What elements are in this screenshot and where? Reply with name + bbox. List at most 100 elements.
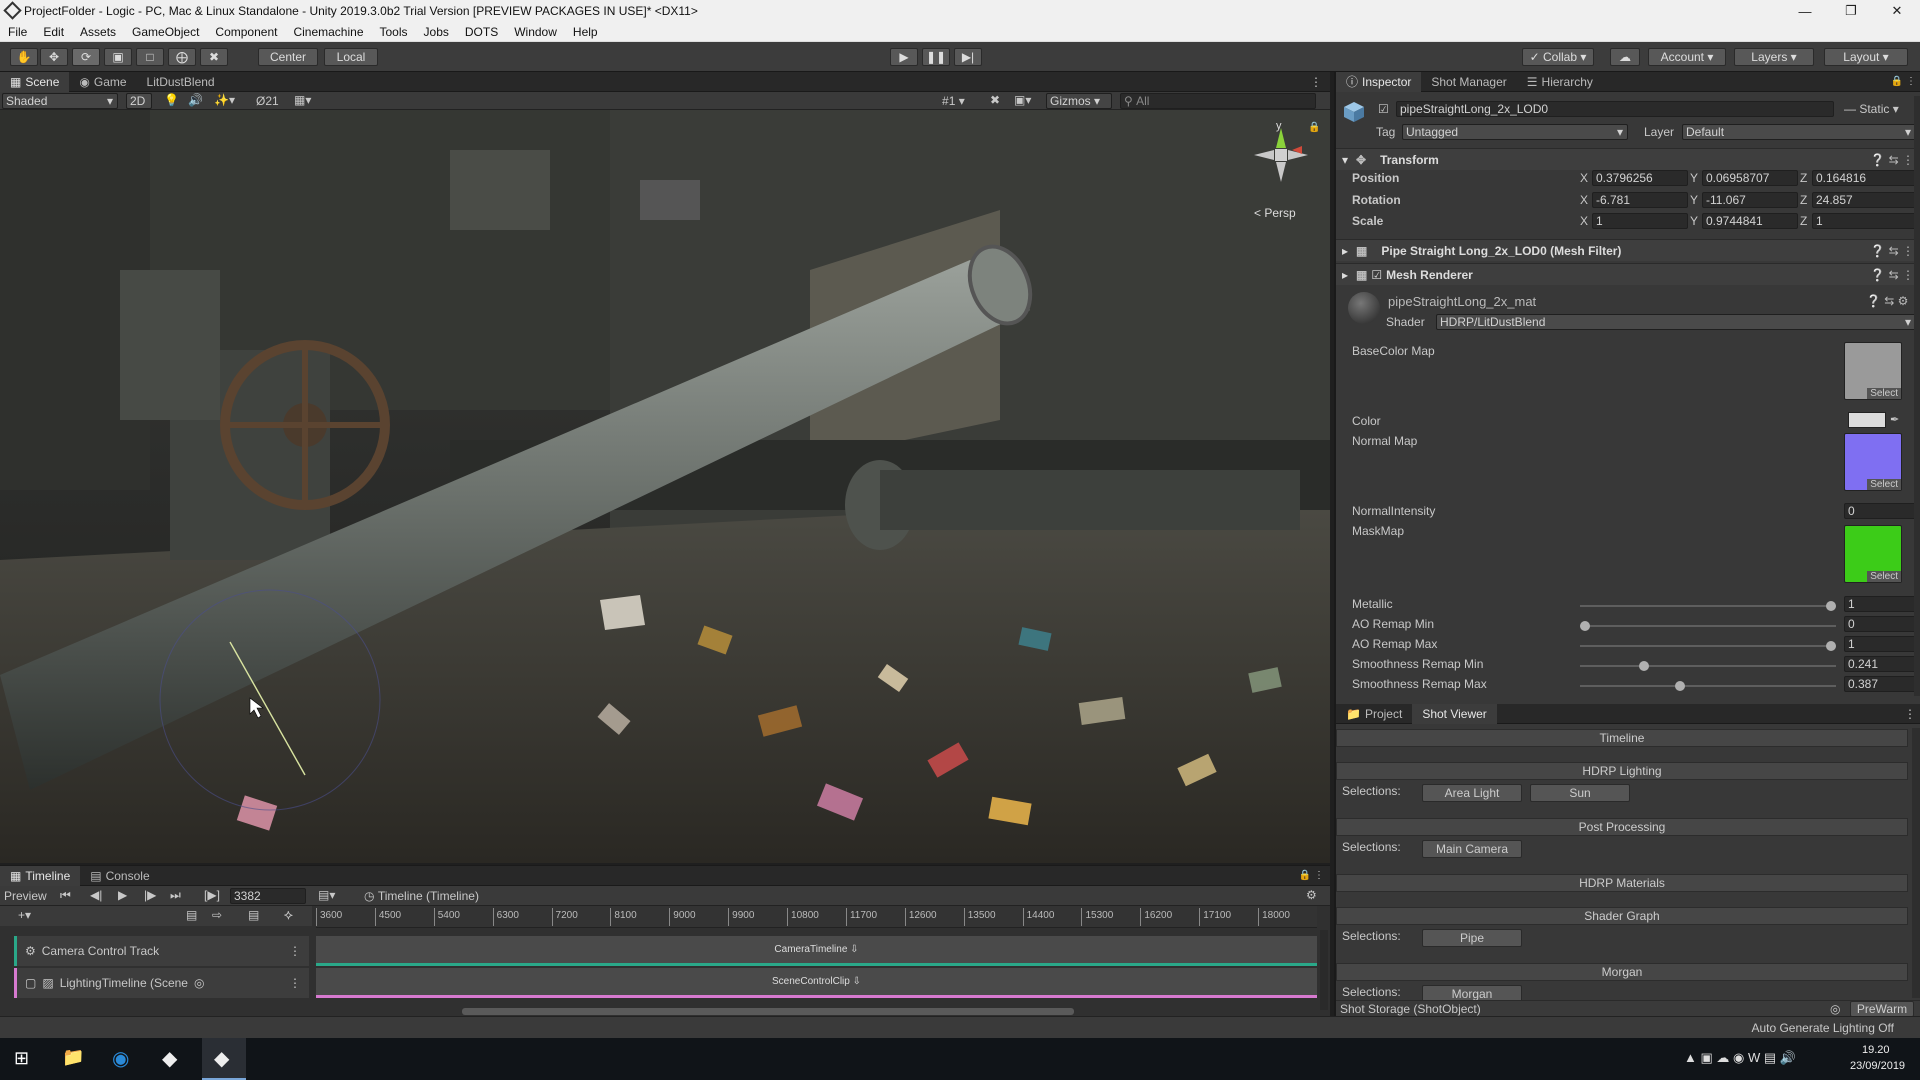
pivot-local-toggle[interactable]: Local xyxy=(324,48,378,66)
menu-cinemachine[interactable]: Cinemachine xyxy=(285,25,371,39)
mode-2d-toggle[interactable]: 2D xyxy=(126,93,152,109)
cloud-icon[interactable]: ☁ xyxy=(1610,48,1640,66)
playrange-icon[interactable]: [▶] xyxy=(204,888,220,902)
camera-settings-icon[interactable]: ▣▾ xyxy=(1014,93,1031,107)
menu-window[interactable]: Window xyxy=(506,25,565,39)
scene-tab-menu-icon[interactable]: ⋮ xyxy=(1310,75,1330,89)
track-menu-icon[interactable]: ⋮ xyxy=(289,944,309,958)
pipe-button[interactable]: Pipe xyxy=(1422,929,1522,947)
component-menu-icons[interactable]: ❔ ⇆ ⋮ xyxy=(1870,268,1920,282)
material-menu-icons[interactable]: ❔ ⇆ ⚙ xyxy=(1866,294,1908,308)
tab-console[interactable]: ▤ Console xyxy=(80,866,159,886)
timeline-vertical-scrollbar[interactable] xyxy=(1320,930,1328,1010)
layers-dropdown[interactable]: Layers ▾ xyxy=(1734,48,1814,66)
smoothness-remap-max-field[interactable]: 0.387 xyxy=(1844,676,1916,692)
frame-field[interactable]: 3382 xyxy=(230,888,306,904)
smoothness-remap-max-slider[interactable] xyxy=(1580,681,1836,691)
play-button[interactable]: ▶ xyxy=(890,48,918,66)
move-tool-icon[interactable]: ✥ xyxy=(40,48,68,66)
mask-map-slot[interactable]: Select xyxy=(1844,525,1902,583)
layout-dropdown[interactable]: Layout ▾ xyxy=(1824,48,1908,66)
menu-jobs[interactable]: Jobs xyxy=(416,25,457,39)
ao-remap-max-slider-knob[interactable] xyxy=(1826,641,1836,651)
section-hdrp-lighting[interactable]: HDRP Lighting xyxy=(1336,762,1908,780)
section-morgan[interactable]: Morgan xyxy=(1336,963,1908,981)
metallic-slider[interactable] xyxy=(1580,601,1836,611)
taskbar-time[interactable]: 19.20 xyxy=(1862,1044,1890,1056)
metallic-slider-knob[interactable] xyxy=(1826,601,1836,611)
scene-viewport[interactable]: y < Persp 🔒 xyxy=(0,110,1330,863)
section-hdrp-materials[interactable]: HDRP Materials xyxy=(1336,874,1908,892)
tools-icon[interactable]: ✖ xyxy=(990,93,1000,107)
collab-dropdown[interactable]: ✓ Collab ▾ xyxy=(1522,48,1594,66)
tab-shot-manager[interactable]: Shot Manager xyxy=(1421,72,1516,92)
replace-icon[interactable]: ▤ xyxy=(248,908,259,922)
menu-edit[interactable]: Edit xyxy=(35,25,72,39)
mesh-filter-header[interactable]: ▸ ▦ Pipe Straight Long_2x_LOD0 (Mesh Fil… xyxy=(1336,239,1920,261)
menu-gameobject[interactable]: GameObject xyxy=(124,25,207,39)
tab-project[interactable]: 📁 Project xyxy=(1336,704,1412,724)
timeline-gear-icon[interactable]: ⚙ xyxy=(1306,888,1317,902)
close-icon[interactable]: ✕ xyxy=(1874,0,1920,22)
scale-x-field[interactable]: 1 xyxy=(1592,213,1688,229)
taskbar-date[interactable]: 23/09/2019 xyxy=(1850,1060,1905,1072)
system-tray-icons[interactable]: ▲ ▣ ☁ ◉ W ▤ 🔊 xyxy=(1684,1050,1796,1066)
component-menu-icons[interactable]: ❔ ⇆ ⋮ xyxy=(1870,153,1920,167)
timeline-horizontal-scrollbar[interactable] xyxy=(462,1008,1074,1015)
smoothness-remap-min-field[interactable]: 0.241 xyxy=(1844,656,1916,672)
track-checkbox-icon[interactable]: ▢ xyxy=(25,976,36,990)
rect-tool-icon[interactable]: □ xyxy=(136,48,164,66)
menu-tools[interactable]: Tools xyxy=(372,25,416,39)
snap-icon[interactable]: ⯎ xyxy=(284,908,293,923)
maximize-icon[interactable]: ❐ xyxy=(1828,0,1874,22)
metallic-field[interactable]: 1 xyxy=(1844,596,1916,612)
main-camera-button[interactable]: Main Camera xyxy=(1422,840,1522,858)
inspector-lock-icon[interactable]: 🔒 ⋮ xyxy=(1891,76,1920,87)
eyedropper-icon[interactable]: ✒ xyxy=(1890,413,1899,426)
mesh-renderer-checkbox[interactable]: ☑ xyxy=(1371,268,1382,282)
next-frame-icon[interactable]: |▶ xyxy=(144,888,156,902)
scene-search-input[interactable]: ⚲ All xyxy=(1120,93,1316,109)
projection-label[interactable]: < Persp xyxy=(1254,206,1296,220)
transform-tool-icon[interactable]: ⨁ xyxy=(168,48,196,66)
tab-litdustblend[interactable]: LitDustBlend xyxy=(137,72,225,92)
file-explorer-icon[interactable]: 📁 xyxy=(62,1047,84,1068)
basecolor-map-slot[interactable]: Select xyxy=(1844,342,1902,400)
grid-snap-dropdown[interactable]: #1 ▾ xyxy=(942,94,965,108)
clip-edit-icon[interactable]: ▤ xyxy=(186,908,197,922)
inspector-scrollbar[interactable] xyxy=(1914,96,1920,696)
add-track-button[interactable]: +▾ xyxy=(18,908,31,922)
timeline-settings-icon[interactable]: ▤▾ xyxy=(318,888,335,902)
menu-component[interactable]: Component xyxy=(207,25,285,39)
smoothness-remap-min-slider-knob[interactable] xyxy=(1639,661,1650,671)
step-button[interactable]: ▶| xyxy=(954,48,982,66)
static-toggle[interactable]: — Static ▾ xyxy=(1844,102,1899,116)
normal-intensity-field[interactable]: 0 xyxy=(1844,503,1916,519)
unity-hub-icon[interactable]: ◆ xyxy=(162,1046,177,1071)
object-name-field[interactable]: pipeStraightLong_2x_LOD0 xyxy=(1396,101,1834,117)
track-lighting-timeline[interactable]: ▢ ▨ LightingTimeline (Scene ◎ ⋮ xyxy=(14,968,309,998)
teamviewer-icon[interactable]: ◉ xyxy=(112,1046,129,1071)
scale-z-field[interactable]: 1 xyxy=(1812,213,1916,229)
prev-frame-icon[interactable]: ◀| xyxy=(90,888,102,902)
shot-viewer-menu-icon[interactable]: ⋮ xyxy=(1904,707,1920,721)
section-timeline[interactable]: Timeline xyxy=(1336,729,1908,747)
tab-game[interactable]: ◉ Game xyxy=(69,72,136,92)
menu-dots[interactable]: DOTS xyxy=(457,25,506,39)
prewarm-button[interactable]: PreWarm xyxy=(1850,1001,1914,1017)
tab-inspector[interactable]: ⓘ Inspector xyxy=(1336,71,1422,92)
last-frame-icon[interactable]: ⏭ xyxy=(170,888,181,903)
effects-toggle-icon[interactable]: ✨▾ xyxy=(214,93,235,107)
unity-editor-taskbar-button[interactable]: ◆ xyxy=(202,1038,246,1080)
custom-tool-icon[interactable]: ✖ xyxy=(200,48,228,66)
active-checkbox[interactable]: ☑ xyxy=(1378,102,1389,116)
menu-help[interactable]: Help xyxy=(565,25,606,39)
ao-remap-max-slider[interactable] xyxy=(1580,641,1836,651)
tab-timeline[interactable]: ▦ Timeline xyxy=(0,865,81,886)
shader-dropdown[interactable]: HDRP/LitDustBlend ▾ xyxy=(1436,314,1916,330)
component-menu-icons[interactable]: ❔ ⇆ ⋮ xyxy=(1870,244,1920,258)
first-frame-icon[interactable]: ⏮ xyxy=(60,888,71,903)
track-menu-icon[interactable]: ⋮ xyxy=(289,976,309,990)
clip-scene-control[interactable]: SceneControlClip ⇩ xyxy=(316,968,1317,998)
lock-icon[interactable]: 🔒 xyxy=(1308,122,1320,133)
